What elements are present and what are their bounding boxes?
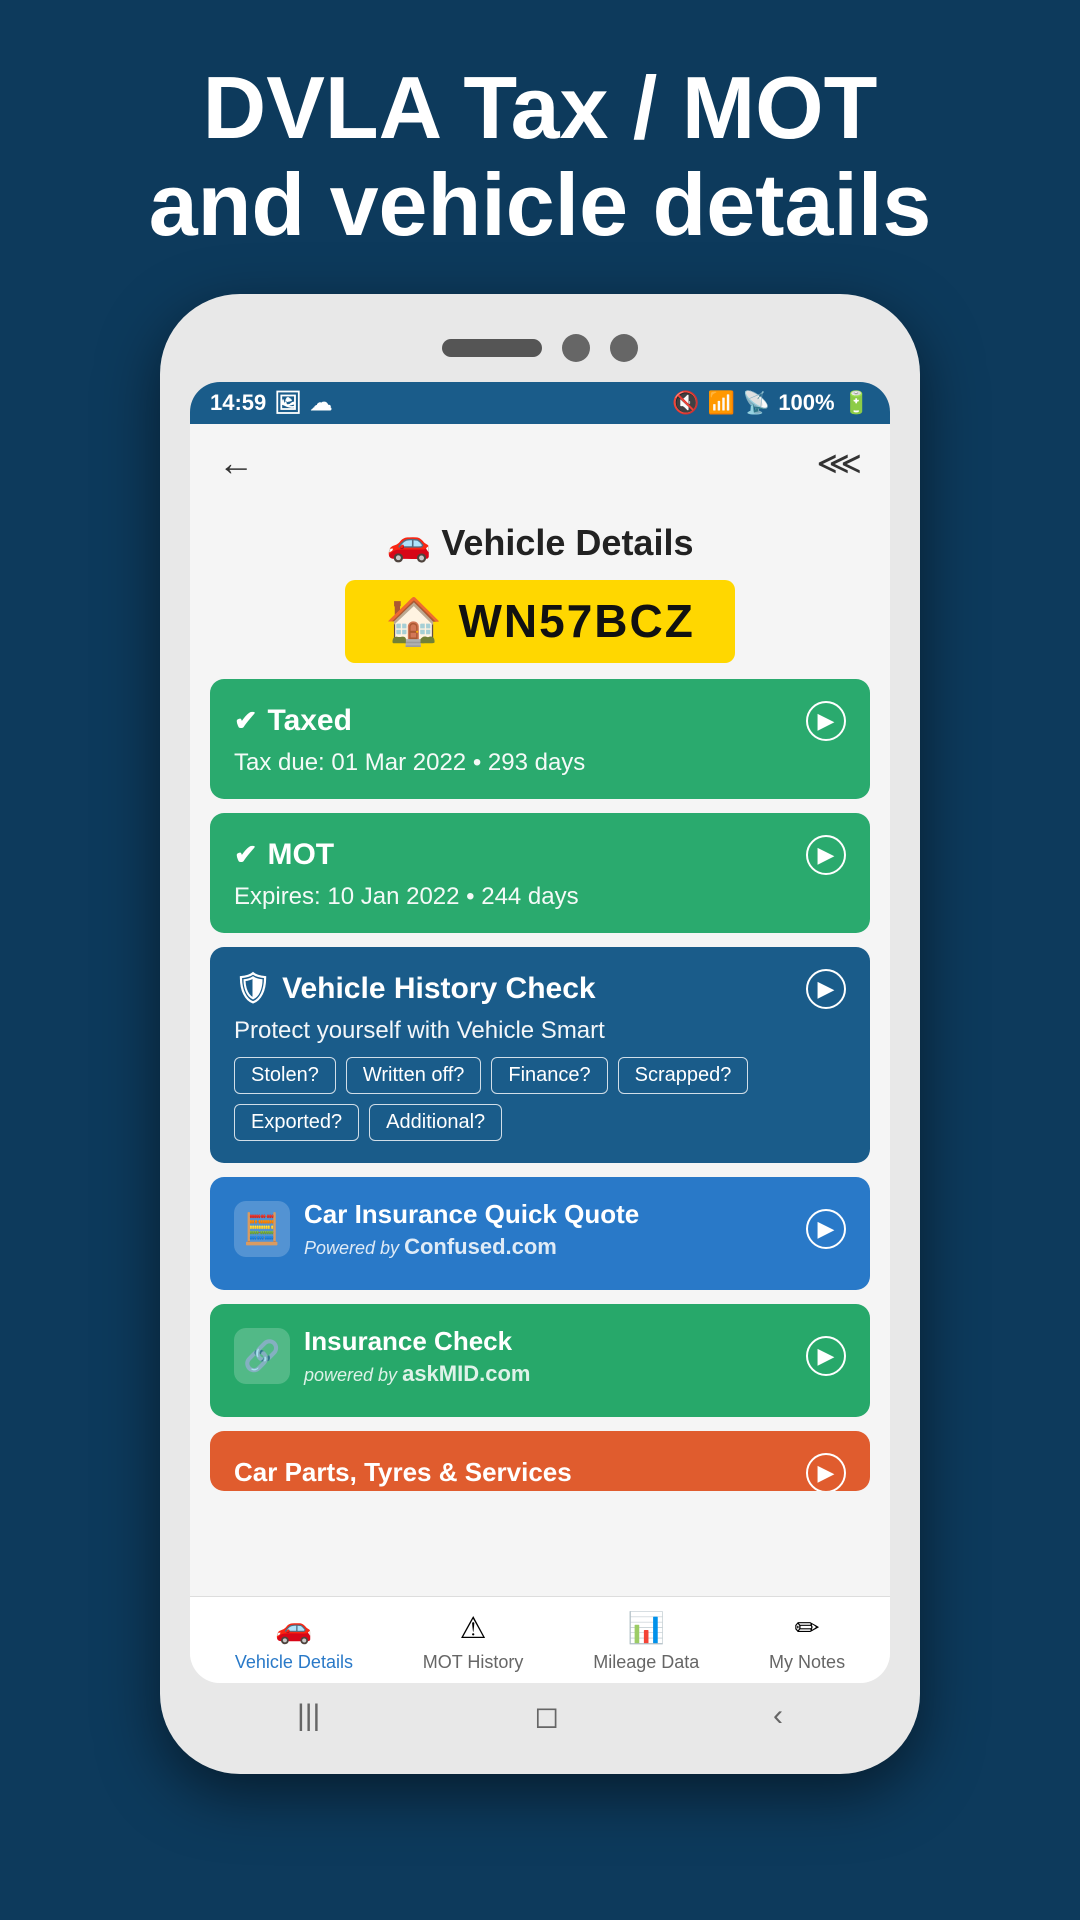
- app-toolbar: ← ⋘: [190, 424, 890, 502]
- mot-arrow: ▶: [806, 835, 846, 875]
- phone-camera2: [610, 334, 638, 362]
- badge-exported[interactable]: Exported?: [234, 1104, 359, 1141]
- insurance-check-title: Insurance Check: [304, 1326, 806, 1357]
- plate-icon: 🏠: [385, 594, 444, 649]
- badge-finance[interactable]: Finance?: [491, 1057, 607, 1094]
- tax-check-icon: ✔: [234, 704, 257, 737]
- car-parts-arrow: ▶: [806, 1453, 846, 1491]
- nav-item-notes[interactable]: ✏ My Notes: [769, 1611, 845, 1673]
- nav-notes-icon: ✏: [794, 1611, 819, 1646]
- mot-card[interactable]: ✔ MOT ▶ Expires: 10 Jan 2022 • 244 days: [210, 813, 870, 933]
- license-plate: 🏠 WN57BCZ: [345, 580, 735, 663]
- insurance-check-icon: 🔗: [234, 1328, 290, 1384]
- insurance-check-powered: powered by askMID.com: [304, 1361, 806, 1387]
- askmid-brand: askMID.com: [402, 1361, 530, 1386]
- history-check-card[interactable]: 🛡 Vehicle History Check ▶ Protect yourse…: [210, 947, 870, 1163]
- nav-mot-label: MOT History: [423, 1652, 524, 1673]
- tax-card[interactable]: ✔ Taxed ▶ Tax due: 01 Mar 2022 • 293 day…: [210, 679, 870, 799]
- phone-camera: [562, 334, 590, 362]
- page-title: 🚗 Vehicle Details: [210, 522, 870, 564]
- mot-title: MOT: [267, 838, 334, 872]
- status-wifi-icon: 📶: [708, 390, 735, 416]
- nav-vehicle-label: Vehicle Details: [235, 1652, 353, 1673]
- status-cloud-icon: ☁: [310, 390, 332, 416]
- phone-back-gesture: ‹: [773, 1699, 783, 1733]
- insurance-quote-powered: Powered by Confused.com: [304, 1234, 806, 1260]
- page-title-section: 🚗 Vehicle Details: [210, 502, 870, 580]
- phone-frame: 14:59 🖼 ☁ 🔇 📶 📡 100% 🔋 ← ⋘ 🚗 Vehicle Det…: [160, 294, 920, 1774]
- status-left: 14:59 🖼 ☁: [210, 390, 332, 416]
- app-content: 🚗 Vehicle Details 🏠 WN57BCZ ✔ Taxed ▶ Ta…: [190, 502, 890, 1596]
- history-description: Protect yourself with Vehicle Smart: [234, 1017, 846, 1045]
- nav-mot-icon: ⚠: [460, 1611, 487, 1646]
- page-header: DVLA Tax / MOT and vehicle details: [109, 0, 972, 294]
- phone-top: [190, 324, 890, 382]
- phone-speaker: [442, 339, 542, 357]
- insurance-quote-icon: 🧮: [234, 1201, 290, 1257]
- insurance-quote-title: Car Insurance Quick Quote: [304, 1199, 806, 1230]
- insurance-check-arrow: ▶: [806, 1336, 846, 1376]
- phone-screen: 14:59 🖼 ☁ 🔇 📶 📡 100% 🔋 ← ⋘ 🚗 Vehicle Det…: [190, 382, 890, 1683]
- nav-item-mileage[interactable]: 📊 Mileage Data: [593, 1611, 699, 1673]
- battery-icon: 🔋: [843, 390, 870, 416]
- header-title: DVLA Tax / MOT and vehicle details: [149, 60, 932, 254]
- status-battery: 100%: [778, 390, 834, 416]
- shield-icon: 🛡: [234, 971, 272, 1006]
- insurance-quote-arrow: ▶: [806, 1209, 846, 1249]
- phone-recent-gesture: |||: [297, 1699, 320, 1733]
- phone-home-gesture: ◻: [534, 1699, 559, 1734]
- status-mute-icon: 🔇: [672, 390, 699, 416]
- nav-item-vehicle-details[interactable]: 🚗 Vehicle Details: [235, 1611, 353, 1673]
- plate-number: WN57BCZ: [458, 594, 694, 648]
- history-title: Vehicle History Check: [282, 972, 595, 1006]
- status-signal-icon: 📡: [743, 390, 770, 416]
- mot-subtitle: Expires: 10 Jan 2022 • 244 days: [234, 883, 846, 911]
- nav-notes-label: My Notes: [769, 1652, 845, 1673]
- tax-arrow: ▶: [806, 701, 846, 741]
- back-button[interactable]: ←: [218, 442, 254, 484]
- mot-check-icon: ✔: [234, 838, 257, 871]
- phone-bottom-bar: ||| ◻ ‹: [190, 1683, 890, 1744]
- tax-title: Taxed: [267, 704, 351, 738]
- insurance-check-card[interactable]: 🔗 Insurance Check powered by askMID.com …: [210, 1304, 870, 1417]
- status-image-icon: 🖼: [274, 390, 302, 416]
- nav-mileage-icon: 📊: [628, 1611, 665, 1646]
- car-parts-title: Car Parts, Tyres & Services: [234, 1457, 572, 1488]
- confused-brand: Confused.com: [404, 1234, 557, 1259]
- nav-item-mot-history[interactable]: ⚠ MOT History: [423, 1611, 524, 1673]
- status-right: 🔇 📶 📡 100% 🔋: [672, 390, 870, 416]
- history-badges: Stolen? Written off? Finance? Scrapped? …: [234, 1057, 846, 1141]
- car-parts-card[interactable]: Car Parts, Tyres & Services ▶: [210, 1431, 870, 1491]
- badge-stolen[interactable]: Stolen?: [234, 1057, 336, 1094]
- status-bar: 14:59 🖼 ☁ 🔇 📶 📡 100% 🔋: [190, 382, 890, 424]
- status-time: 14:59: [210, 390, 266, 416]
- badge-written-off[interactable]: Written off?: [346, 1057, 482, 1094]
- nav-mileage-label: Mileage Data: [593, 1652, 699, 1673]
- nav-vehicle-icon: 🚗: [275, 1611, 312, 1646]
- history-arrow: ▶: [806, 969, 846, 1009]
- share-button[interactable]: ⋘: [816, 444, 862, 482]
- badge-scrapped[interactable]: Scrapped?: [618, 1057, 749, 1094]
- tax-subtitle: Tax due: 01 Mar 2022 • 293 days: [234, 749, 846, 777]
- bottom-nav: 🚗 Vehicle Details ⚠ MOT History 📊 Mileag…: [190, 1596, 890, 1683]
- insurance-quote-card[interactable]: 🧮 Car Insurance Quick Quote Powered by C…: [210, 1177, 870, 1290]
- badge-additional[interactable]: Additional?: [369, 1104, 502, 1141]
